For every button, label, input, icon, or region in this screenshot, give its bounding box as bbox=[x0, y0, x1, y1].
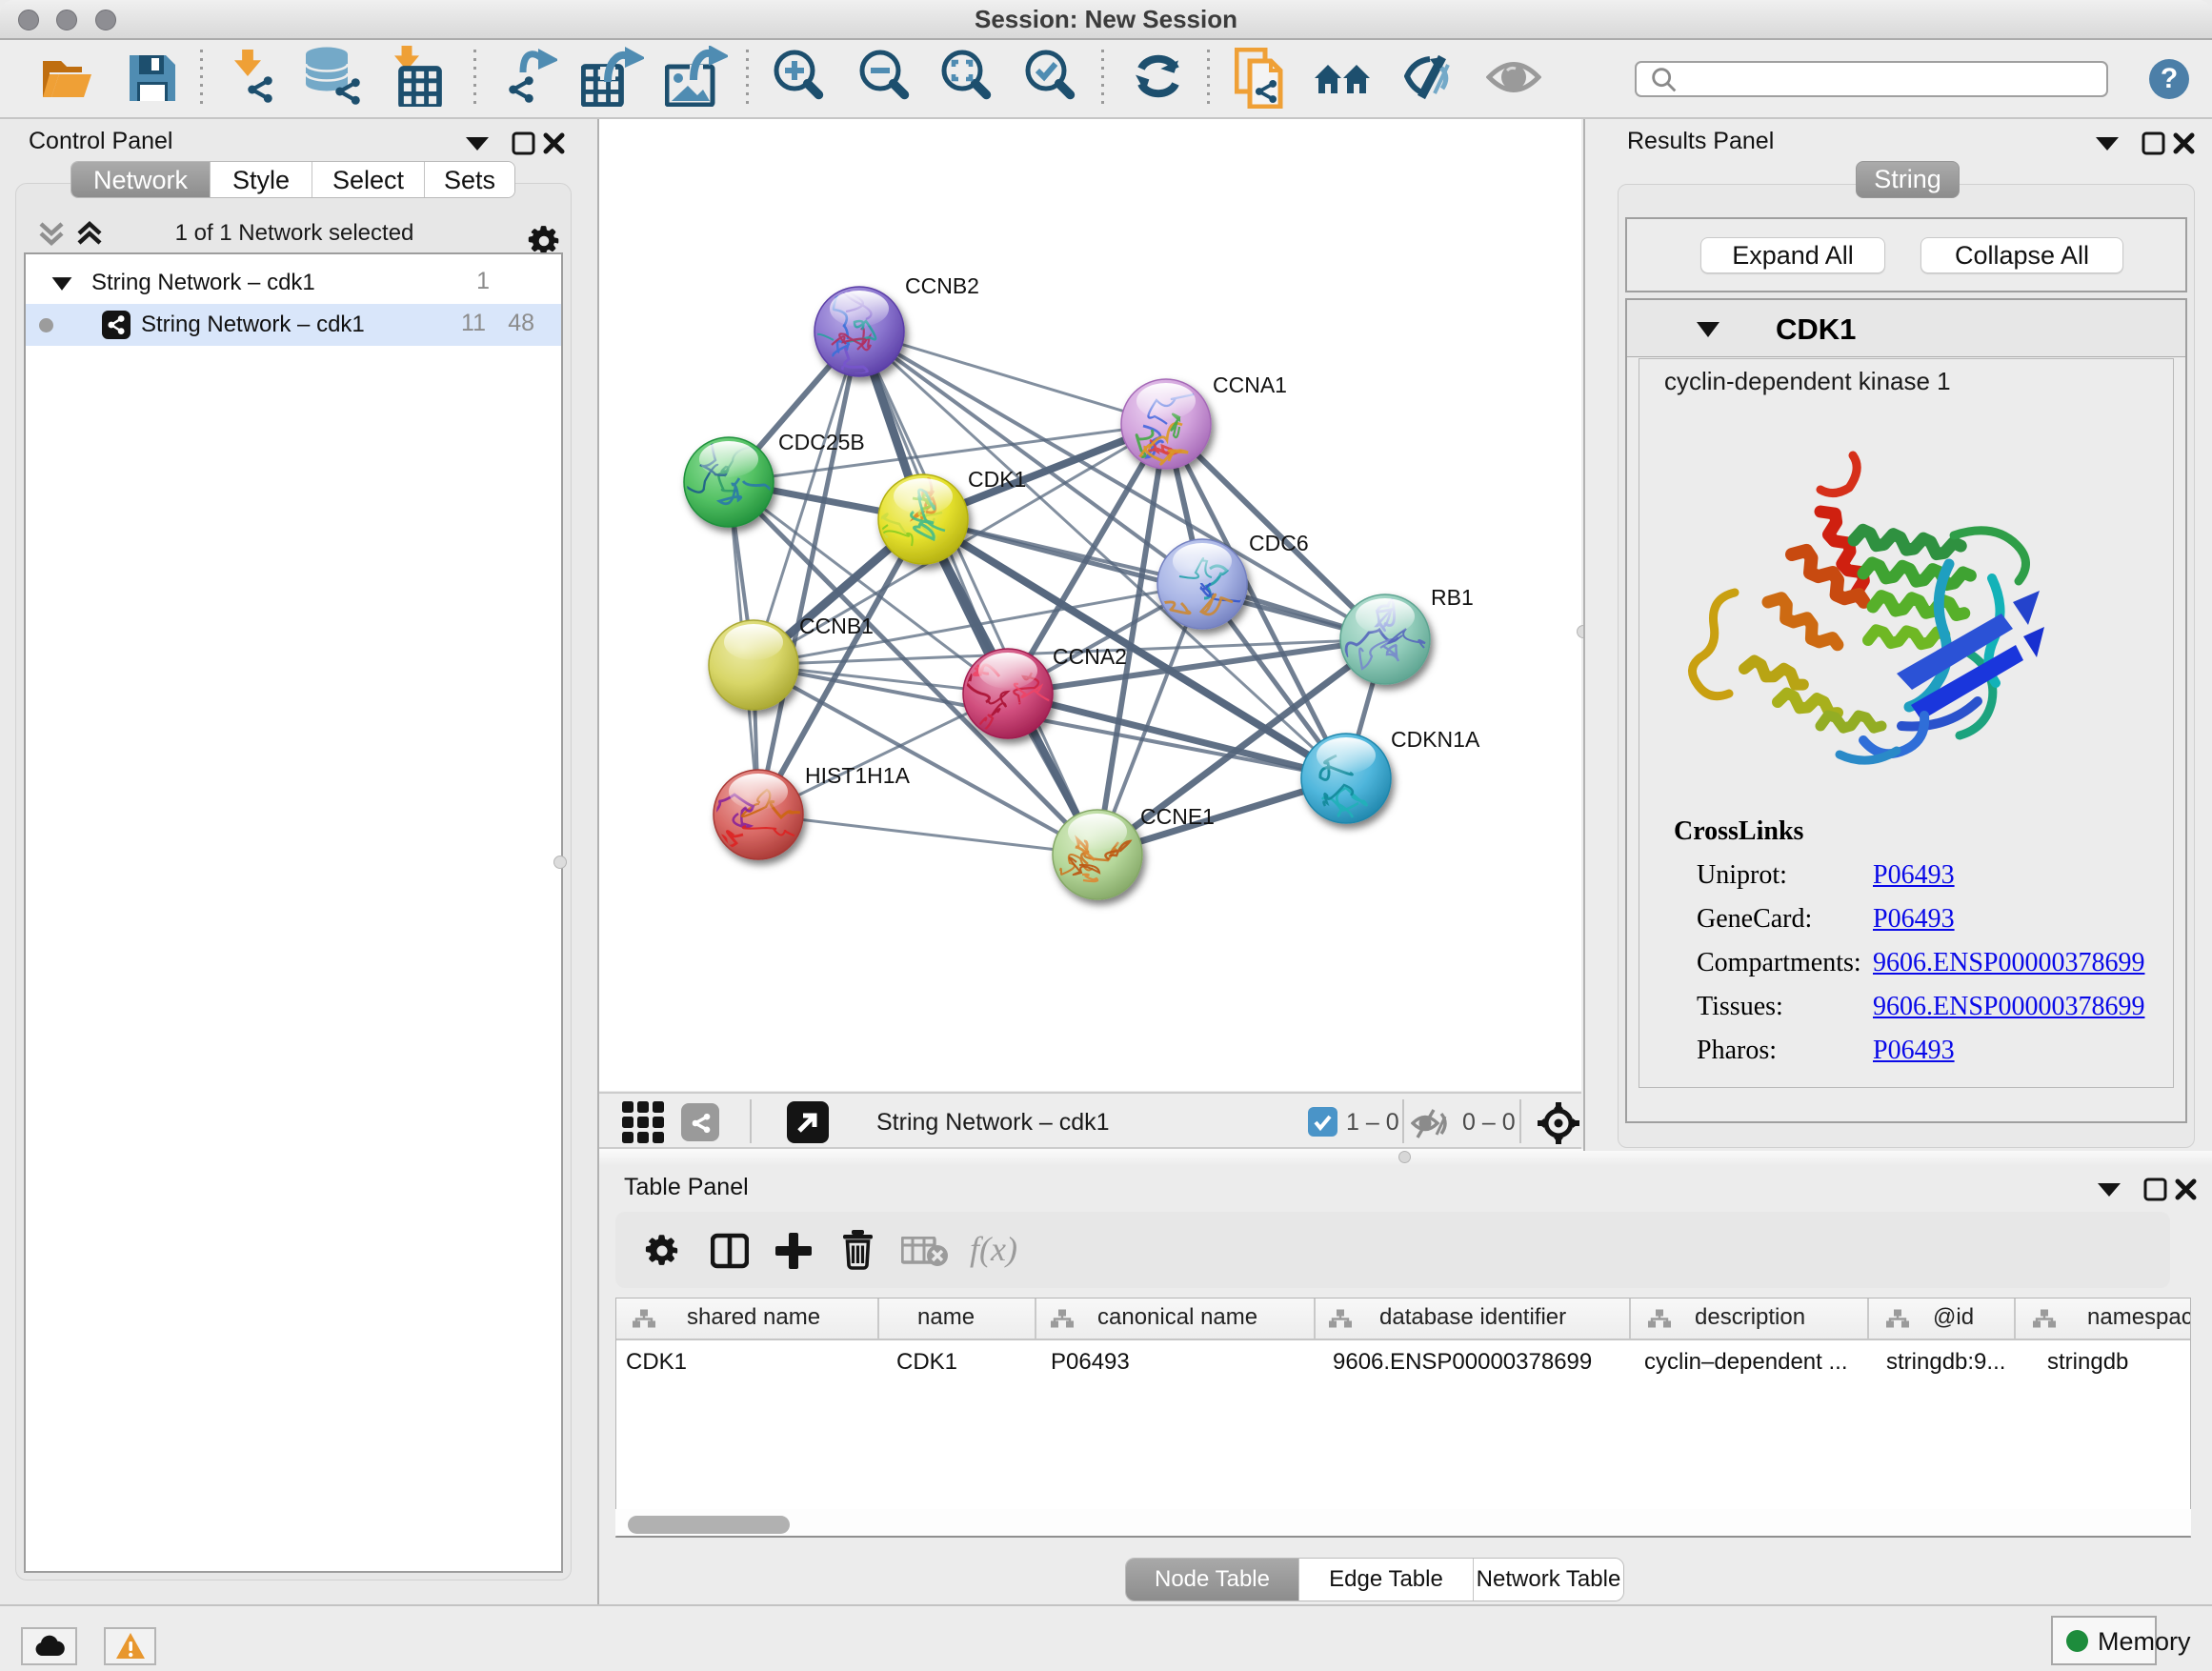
svg-text:CCNB1: CCNB1 bbox=[799, 614, 874, 638]
svg-text:CDKN1A: CDKN1A bbox=[1391, 727, 1480, 752]
svg-text:CCNA2: CCNA2 bbox=[1053, 644, 1127, 669]
svg-text:RB1: RB1 bbox=[1431, 585, 1474, 610]
svg-text:CDC25B: CDC25B bbox=[778, 430, 865, 454]
svg-text:CCNE1: CCNE1 bbox=[1140, 804, 1215, 829]
svg-text:CCNA1: CCNA1 bbox=[1213, 372, 1287, 397]
svg-text:CCNB2: CCNB2 bbox=[905, 273, 979, 298]
svg-text:CDK1: CDK1 bbox=[968, 467, 1026, 492]
svg-text:CDC6: CDC6 bbox=[1249, 531, 1309, 555]
svg-text:HIST1H1A: HIST1H1A bbox=[805, 763, 911, 788]
